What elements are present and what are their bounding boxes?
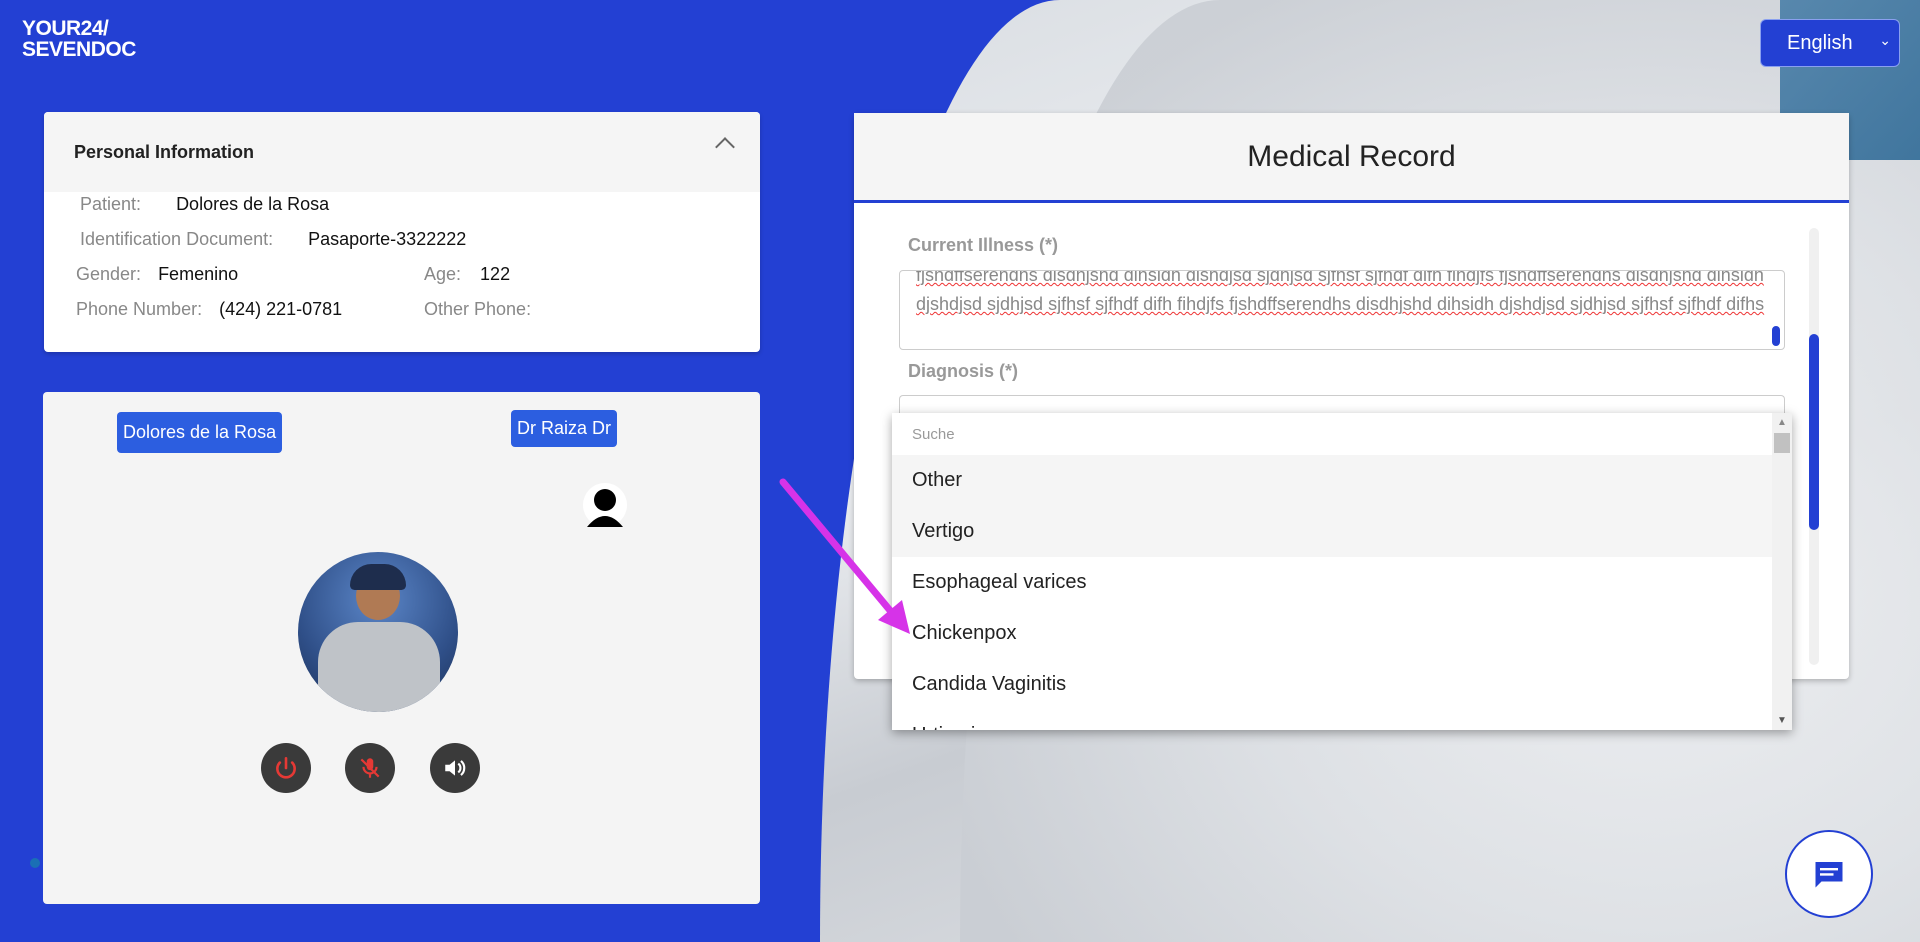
current-illness-label: Current Illness (*) (908, 235, 1059, 255)
dropdown-scrollbar-thumb[interactable] (1774, 433, 1790, 453)
logo-line-2: SEVENDOC (22, 38, 136, 61)
app-logo[interactable]: YOUR24/ SEVENDOC (22, 18, 136, 60)
id-row: Identification Document: Pasaporte-33222… (80, 229, 466, 250)
scroll-down-icon[interactable]: ▼ (1777, 715, 1787, 726)
power-icon (276, 756, 296, 779)
dropdown-option[interactable]: Candida Vaginitis (892, 659, 1772, 710)
dropdown-option[interactable]: Urticaria (892, 710, 1772, 730)
age-value: 122 (480, 264, 511, 284)
other-phone-row: Other Phone: (424, 299, 531, 320)
diagnosis-label: Diagnosis (*) (908, 361, 1019, 381)
phone-label: Phone Number: (76, 299, 203, 319)
gender-row: Gender: Femenino (76, 264, 238, 285)
dropdown-search-input[interactable]: Suche (892, 413, 1792, 455)
personal-information-header[interactable]: Personal Information (44, 112, 760, 192)
personal-information-card: Personal Information Patient: Dolores de… (44, 112, 760, 352)
gender-value: Femenino (158, 264, 239, 284)
textarea-scrollbar[interactable] (1772, 326, 1780, 346)
annotation-arrow-icon (779, 478, 910, 634)
chat-icon (1815, 862, 1843, 888)
chevron-up-icon[interactable] (715, 137, 735, 157)
language-selected: English (1787, 31, 1853, 54)
language-select[interactable]: English ⌄ (1760, 19, 1900, 67)
doctor-name-tag: Dr Raiza Dr (511, 410, 618, 447)
current-illness-textarea[interactable]: fjshdffserendhs disdhjshd dihsidh disndj… (899, 270, 1785, 350)
end-call-button[interactable] (261, 743, 311, 793)
microphone-off-icon (360, 758, 380, 778)
current-illness-text: fjshdffserendhs disdhjshd dihsidh disndj… (916, 270, 1765, 314)
mute-microphone-button[interactable] (345, 743, 395, 793)
patient-row: Patient: Dolores de la Rosa (80, 194, 329, 215)
patient-name-tag: Dolores de la Rosa (117, 412, 283, 453)
dropdown-option[interactable]: Chickenpox (892, 608, 1772, 659)
dropdown-option[interactable]: Esophageal varices (892, 557, 1772, 608)
scroll-up-icon[interactable]: ▲ (1777, 417, 1787, 428)
gender-label: Gender: (76, 264, 142, 284)
medical-record-title: Medical Record (854, 113, 1849, 203)
status-dot (30, 858, 40, 868)
phone-value: (424) 221-0781 (219, 299, 343, 319)
dropdown-option[interactable]: Other (892, 455, 1772, 506)
id-label: Identification Document: (80, 229, 274, 249)
age-label: Age: (424, 264, 462, 284)
patient-value: Dolores de la Rosa (176, 194, 330, 214)
diagnosis-select[interactable] (899, 395, 1785, 415)
diagnosis-dropdown: Suche Other Vertigo Esophageal varices C… (892, 413, 1792, 730)
avatar-cap (350, 564, 406, 590)
scrollbar-thumb[interactable] (1809, 334, 1819, 530)
personal-information-title: Personal Information (74, 141, 255, 162)
phone-row: Phone Number: (424) 221-0781 (76, 299, 342, 320)
dropdown-scrollbar[interactable]: ▲ ▼ (1772, 413, 1792, 730)
avatar-jersey (318, 622, 440, 712)
participant-avatar (298, 552, 458, 712)
patient-label: Patient: (80, 194, 142, 214)
id-value: Pasaporte-3322222 (308, 229, 467, 249)
user-silhouette-icon (583, 483, 627, 527)
chat-button[interactable] (1785, 830, 1873, 918)
volume-icon (445, 760, 466, 776)
logo-line-1: YOUR24/ (22, 17, 109, 40)
age-row: Age: 122 (424, 264, 510, 285)
dropdown-option[interactable]: Vertigo (892, 506, 1772, 557)
speaker-button[interactable] (430, 743, 480, 793)
chevron-down-icon: ⌄ (1879, 32, 1891, 48)
medical-record-scrollbar[interactable] (1809, 228, 1819, 665)
other-phone-label: Other Phone: (424, 299, 532, 319)
